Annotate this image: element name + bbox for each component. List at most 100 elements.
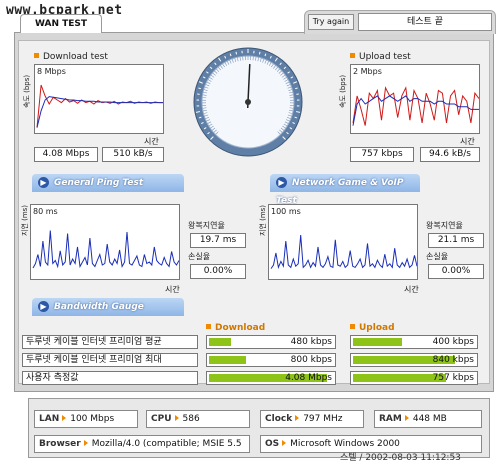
game-voip-chart-svg — [270, 234, 417, 270]
browser-value: Mozilla/4.0 (compatible; MSIE 5.5 — [91, 439, 242, 449]
clock-field: Clock 797 MHz — [260, 410, 364, 428]
game-loss-label: 손실율 — [426, 252, 449, 261]
network-game-voip-banner: ▶ Network Game & VoIP Test — [270, 174, 420, 206]
bandwidth-gauge-label: Bandwidth Gauge — [54, 302, 144, 312]
speed-gauge — [192, 46, 304, 158]
cpu-value: 586 — [182, 414, 200, 424]
bandwidth-download-label: Download — [215, 323, 266, 333]
orange-triangle-icon — [404, 415, 409, 421]
try-again-button[interactable]: Try again — [308, 14, 354, 30]
ping-y-axis-label: 지연 (ms) — [21, 204, 29, 236]
general-ping-chart-svg — [32, 230, 179, 269]
orange-bullet-icon — [350, 324, 355, 329]
general-ping-test-banner: ▶ General Ping Test — [32, 174, 184, 192]
download-bar: 800 kbps — [206, 353, 336, 367]
download-bar: 4.08 Mbps — [206, 371, 336, 385]
gauge-tick — [295, 87, 298, 90]
test-status-display: 테스트 끝 — [358, 13, 492, 31]
game-loss-value: 0.00% — [428, 264, 484, 279]
ping-ymax-label: 80 ms — [33, 207, 58, 216]
upload-bar-fill — [353, 338, 402, 346]
cpu-field: CPU 586 — [146, 410, 250, 428]
ping-loss-label: 손실율 — [188, 252, 211, 261]
upload-rate-value: 94.6 kB/s — [420, 147, 480, 162]
ram-value: 448 MB — [412, 414, 447, 424]
download-ymax-label: 8 Mbps — [37, 67, 66, 76]
chart-series-line — [270, 234, 417, 270]
orange-triangle-icon — [295, 415, 300, 421]
download-graph: 8 Mbps — [34, 64, 164, 134]
os-label: OS — [265, 439, 280, 449]
ping-rtt-label: 왕복지연율 — [188, 221, 225, 230]
tab-wan-test[interactable]: WAN TEST — [20, 14, 102, 33]
gauge-tick — [258, 51, 261, 55]
upload-bar: 840 kbps — [350, 353, 478, 367]
os-value: Microsoft Windows 2000 — [290, 439, 400, 449]
chart-series-line — [352, 95, 479, 126]
gauge-tick — [198, 87, 201, 90]
ram-label: RAM — [379, 414, 402, 424]
chart-series-line — [32, 230, 179, 269]
right-arrow-circle-icon: ▶ — [38, 301, 49, 312]
upload-bar-value: 757 kbps — [432, 373, 474, 383]
ping-x-axis-label: 시간 — [165, 285, 180, 294]
general-ping-graph: 80 ms — [30, 204, 180, 280]
download-bar-value: 4.08 Mbps — [285, 373, 332, 383]
game-rtt-label: 왕복지연율 — [426, 221, 463, 230]
download-bar: 480 kbps — [206, 335, 336, 349]
ping-rtt-value: 19.7 ms — [190, 233, 246, 248]
footer-timestamp: 스텔 / 2002-08-03 11:12:53 — [340, 453, 461, 463]
bandwidth-download-header: Download — [206, 323, 265, 333]
gauge-hub — [245, 99, 251, 105]
download-speed-value: 4.08 Mbps — [34, 147, 98, 162]
bandwidth-upload-header: Upload — [350, 323, 395, 333]
download-bar-fill — [209, 338, 232, 346]
orange-bullet-icon — [34, 53, 39, 58]
upload-bar-value: 840 kbps — [432, 355, 474, 365]
browser-field: Browser Mozilla/4.0 (compatible; MSIE 5.5 — [34, 435, 250, 453]
orange-bullet-icon — [206, 324, 211, 329]
browser-label: Browser — [39, 439, 81, 449]
speed-gauge-dial — [193, 47, 303, 157]
lan-label: LAN — [39, 414, 60, 424]
orange-triangle-icon — [83, 440, 88, 446]
download-bar-value: 480 kbps — [290, 337, 332, 347]
orange-triangle-icon — [62, 415, 67, 421]
upload-y-axis-label: 속도 (bps) — [339, 74, 347, 108]
bandwidth-row-label: 사용자 측정값 — [22, 371, 198, 385]
bandwidth-row-label: 두루넷 케이블 인터넷 프리미엄 평균 — [22, 335, 198, 349]
game-voip-graph: 100 ms — [268, 204, 418, 280]
upload-bar-value: 400 kbps — [432, 337, 474, 347]
upload-graph: 2 Mbps — [350, 64, 480, 134]
right-arrow-circle-icon: ▶ — [38, 177, 49, 188]
upload-test-title: Upload test — [350, 52, 411, 62]
game-x-axis-label: 시간 — [404, 285, 419, 294]
orange-bullet-icon — [350, 53, 355, 58]
download-test-title: Download test — [34, 52, 108, 62]
clock-value: 797 MHz — [303, 414, 343, 424]
bandwidth-row-label: 두루넷 케이블 인터넷 프리미엄 최대 — [22, 353, 198, 367]
game-y-axis-label: 지연 (ms) — [259, 204, 267, 236]
right-arrow-circle-icon: ▶ — [276, 177, 287, 188]
ping-loss-value: 0.00% — [190, 264, 246, 279]
download-test-label: Download test — [43, 52, 108, 62]
ram-field: RAM 448 MB — [374, 410, 482, 428]
download-y-axis-label: 속도 (bps) — [23, 74, 31, 108]
lan-field: LAN 100 Mbps — [34, 410, 138, 428]
upload-bar: 400 kbps — [350, 335, 478, 349]
orange-triangle-icon — [174, 415, 179, 421]
cpu-label: CPU — [151, 414, 172, 424]
bandwidth-gauge-banner: ▶ Bandwidth Gauge — [32, 298, 184, 316]
upload-ymax-label: 2 Mbps — [353, 67, 382, 76]
bandwidth-upload-label: Upload — [359, 323, 395, 333]
upload-x-axis-label: 시간 — [460, 137, 475, 146]
chart-series-line — [36, 84, 163, 128]
clock-label: Clock — [265, 414, 293, 424]
gauge-tick — [235, 51, 238, 55]
game-ymax-label: 100 ms — [271, 207, 301, 216]
upload-speed-value: 757 kbps — [350, 147, 414, 162]
download-bar-fill — [209, 356, 247, 364]
download-bar-value: 800 kbps — [290, 355, 332, 365]
orange-triangle-icon — [282, 440, 287, 446]
download-x-axis-label: 시간 — [144, 137, 159, 146]
